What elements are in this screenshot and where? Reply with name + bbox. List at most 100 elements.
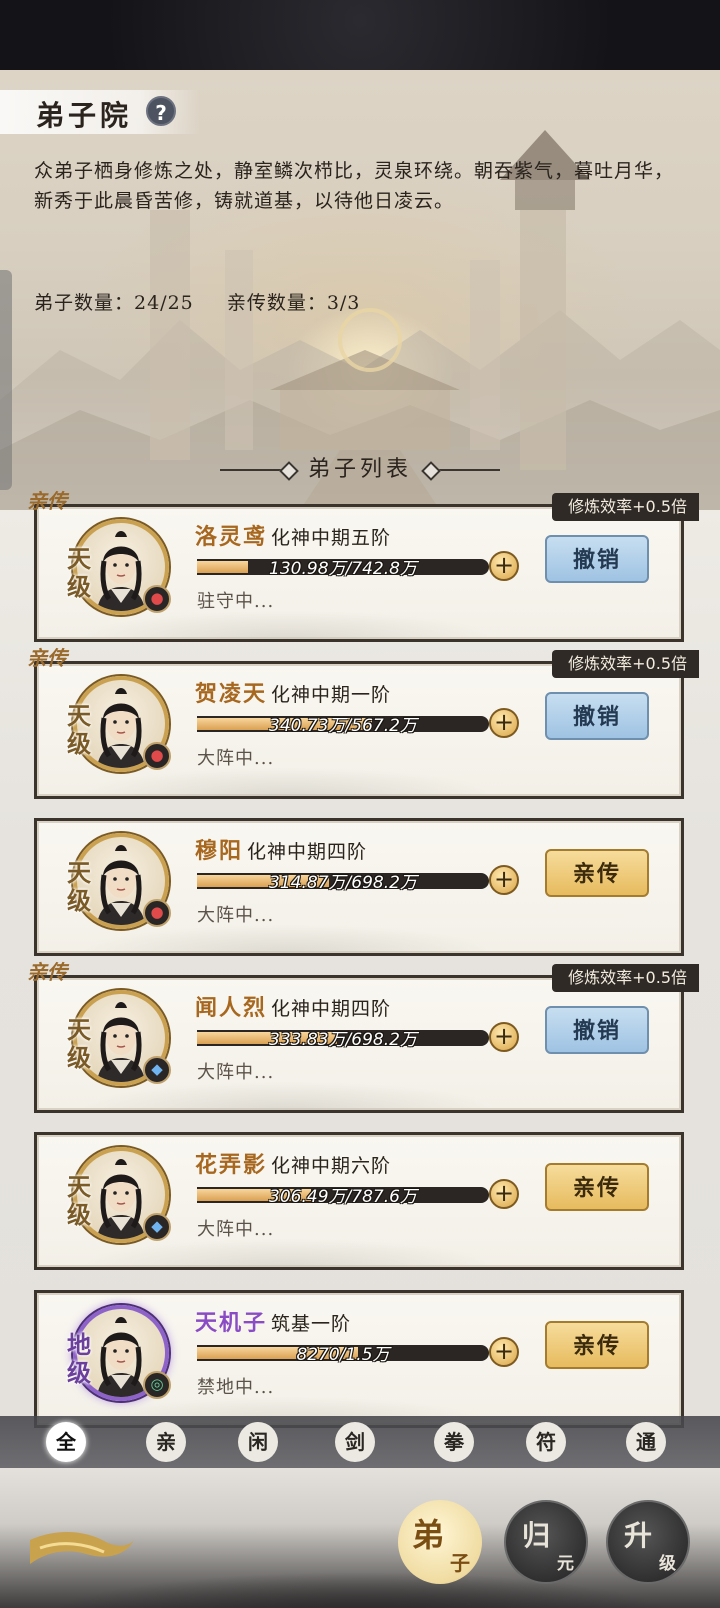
cultivation-progress-bar: 130.98万/742.8万: [197, 559, 489, 579]
realm-label: 化神中期四阶: [271, 998, 392, 1020]
grade-label: 天级: [67, 701, 91, 758]
add-cultivation-button[interactable]: +: [489, 865, 519, 895]
fire-element-icon: ●: [143, 742, 171, 770]
filter-sword[interactable]: 剑: [335, 1422, 375, 1462]
progress-text: 306.49万/787.6万: [269, 1187, 417, 1207]
disciple-card[interactable]: 地级 ◎ 天机子 筑基一阶 8270/1.5万 + 禁地中... 亲传: [34, 1290, 684, 1428]
cultivation-progress-bar: 340.73万/567.2万: [197, 716, 489, 736]
cultivation-progress-bar: 8270/1.5万: [197, 1345, 489, 1365]
realm-label: 化神中期六阶: [271, 1155, 392, 1177]
disciple-card[interactable]: 天级 ◆ 花弄影 化神中期六阶 306.49万/787.6万 + 大阵中... 亲传: [34, 1132, 684, 1270]
cultivation-progress-bar: 306.49万/787.6万: [197, 1187, 489, 1207]
add-cultivation-button[interactable]: +: [489, 551, 519, 581]
realm-label: 化神中期四阶: [247, 841, 368, 863]
nav-disciple-button[interactable]: 弟 子: [398, 1500, 482, 1584]
status-text: 驻守中...: [197, 591, 275, 612]
filter-talisman[interactable]: 符: [526, 1422, 566, 1462]
wind-element-icon: ◎: [143, 1371, 171, 1399]
fire-element-icon: ●: [143, 899, 171, 927]
status-text: 大阵中...: [197, 1062, 275, 1083]
hall-description: 众弟子栖身修炼之处，静室鳞次栉比，灵泉环绕。朝吞紫气，暮吐月华，新秀于此晨昏苦修…: [34, 160, 675, 212]
filter-idle[interactable]: 闲: [238, 1422, 278, 1462]
cultivation-progress-bar: 314.87万/698.2万: [197, 873, 489, 893]
efficiency-badge: 修炼效率+0.5倍: [552, 964, 699, 992]
disciple-name: 花弄影: [195, 1152, 268, 1178]
grade-label: 天级: [67, 858, 91, 915]
add-cultivation-button[interactable]: +: [489, 1022, 519, 1052]
filter-all[interactable]: 全: [46, 1422, 86, 1462]
status-text: 大阵中...: [197, 748, 275, 769]
nav-disciple-big: 弟: [412, 1516, 445, 1554]
progress-text: 314.87万/698.2万: [269, 873, 417, 893]
make-direct-button[interactable]: 亲传: [545, 1163, 649, 1211]
nav-disciple-small: 子: [450, 1551, 470, 1575]
direct-disciple-tag: 亲传: [27, 489, 67, 513]
cultivation-progress-bar: 333.83万/698.2万: [197, 1030, 489, 1050]
direct-count: 亲传数量：3/3: [226, 292, 361, 314]
name-line: 花弄影 化神中期六阶: [195, 1147, 391, 1179]
realm-label: 化神中期五阶: [271, 527, 392, 549]
make-direct-button[interactable]: 亲传: [545, 849, 649, 897]
status-text: 禁地中...: [197, 1377, 275, 1398]
revoke-button[interactable]: 撤销: [545, 1006, 649, 1054]
disciple-count: 弟子数量：24/25: [34, 292, 194, 314]
nav-return-small: 元: [557, 1554, 574, 1574]
direct-disciple-tag: 亲传: [27, 960, 67, 984]
direct-disciple-tag: 亲传: [27, 646, 67, 670]
counts-row: 弟子数量：24/25 亲传数量：3/3: [34, 288, 386, 315]
add-cultivation-button[interactable]: +: [489, 708, 519, 738]
water-element-icon: ◆: [143, 1213, 171, 1241]
disciple-name: 洛灵鸢: [195, 524, 268, 550]
progress-text: 8270/1.5万: [296, 1345, 390, 1365]
nav-upgrade-big: 升: [624, 1519, 653, 1552]
status-text: 大阵中...: [197, 905, 275, 926]
progress-text: 333.83万/698.2万: [269, 1030, 417, 1050]
realm-label: 筑基一阶: [271, 1313, 352, 1335]
grade-label: 天级: [67, 1015, 91, 1072]
filter-direct[interactable]: 亲: [146, 1422, 186, 1462]
filter-bar: 全 亲 闲 剑 拳 符 通: [0, 1416, 720, 1468]
dragon-swoosh-icon: [30, 1531, 134, 1564]
page-title: 弟子院: [36, 99, 133, 132]
make-direct-button[interactable]: 亲传: [545, 1321, 649, 1369]
side-pull-tab[interactable]: [0, 270, 12, 490]
list-header: 弟子列表: [210, 450, 510, 490]
disciple-name: 穆阳: [195, 838, 244, 864]
disciple-name: 闻人烈: [195, 995, 268, 1021]
nav-return-button[interactable]: 归 元: [504, 1500, 588, 1584]
ornament-right: [430, 469, 500, 471]
grade-label: 天级: [67, 544, 91, 601]
disciple-card[interactable]: 亲传 修炼效率+0.5倍天级 ◆ 闻人烈 化神中期四阶 333.83万/698.2万 + 大阵…: [27, 960, 699, 1113]
disciple-card[interactable]: 亲传 修炼效率+0.5倍天级 ● 洛灵鸢 化神中期五阶 130.98万/742.8万 + 驻守…: [27, 489, 699, 642]
disciple-name: 天机子: [195, 1310, 268, 1336]
filter-fist[interactable]: 拳: [434, 1422, 474, 1462]
grade-label: 地级: [67, 1330, 91, 1387]
revoke-button[interactable]: 撤销: [545, 692, 649, 740]
top-status-bar: [0, 0, 720, 70]
name-line: 穆阳 化神中期四阶: [195, 833, 367, 865]
name-line: 闻人烈 化神中期四阶: [195, 990, 391, 1022]
progress-text: 130.98万/742.8万: [269, 559, 417, 579]
realm-label: 化神中期一阶: [271, 684, 392, 706]
disciple-card[interactable]: 天级 ● 穆阳 化神中期四阶 314.87万/698.2万 + 大阵中... 亲传: [34, 818, 684, 956]
add-cultivation-button[interactable]: +: [489, 1337, 519, 1367]
filter-general[interactable]: 通: [626, 1422, 666, 1462]
efficiency-badge: 修炼效率+0.5倍: [552, 650, 699, 678]
name-line: 洛灵鸢 化神中期五阶: [195, 519, 391, 551]
nav-upgrade-button[interactable]: 升 级: [606, 1500, 690, 1584]
water-element-icon: ◆: [143, 1056, 171, 1084]
help-icon[interactable]: ?: [146, 96, 176, 126]
nav-return-big: 归: [522, 1519, 551, 1552]
progress-text: 340.73万/567.2万: [269, 716, 417, 736]
revoke-button[interactable]: 撤销: [545, 535, 649, 583]
nav-upgrade-small: 级: [659, 1554, 676, 1574]
efficiency-badge: 修炼效率+0.5倍: [552, 493, 699, 521]
name-line: 贺凌天 化神中期一阶: [195, 676, 391, 708]
disciple-card[interactable]: 亲传 修炼效率+0.5倍天级 ● 贺凌天 化神中期一阶 340.73万/567.2万 + 大阵…: [27, 646, 699, 799]
add-cultivation-button[interactable]: +: [489, 1179, 519, 1209]
status-text: 大阵中...: [197, 1219, 275, 1240]
disciple-name: 贺凌天: [195, 681, 268, 707]
fire-element-icon: ●: [143, 585, 171, 613]
name-line: 天机子 筑基一阶: [195, 1305, 351, 1337]
grade-label: 天级: [67, 1172, 91, 1229]
